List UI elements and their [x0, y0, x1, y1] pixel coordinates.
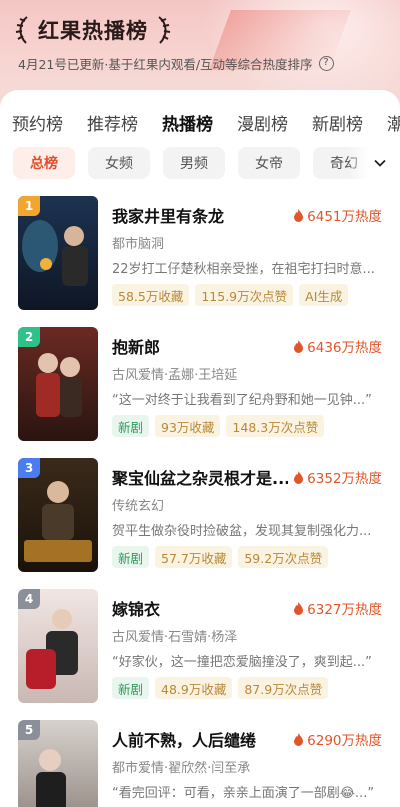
new-drama-tag: 新剧 [112, 415, 150, 437]
list-item[interactable]: 2 抱新郎 6436万热度 古风爱情·孟娜·王培延 “这一对终于让我看到了纪舟野… [0, 327, 400, 447]
drama-description: “看完回评：可看，亲亲上面演了一部剧😂...” [112, 786, 375, 801]
tag-row: 新剧 48.9万收藏 87.9万次点赞 [112, 677, 329, 699]
tab-recommend[interactable]: 推荐榜 [75, 110, 150, 135]
drama-description: 22岁打工仔楚秋相亲受挫，在祖宅打扫时意... [112, 262, 375, 277]
chip-male[interactable]: 男频 [163, 147, 225, 179]
tab-more[interactable]: 潮 [375, 110, 400, 135]
update-subtitle: 4月21号已更新·基于红果内观看/互动等综合热度排序 ? [18, 54, 334, 73]
like-count-tag: 148.3万次点赞 [226, 415, 325, 437]
laurel-left-icon [15, 16, 28, 44]
heat-text: 6451万热度 [307, 209, 382, 225]
drama-genre: 传统玄幻 [112, 499, 165, 514]
like-count-tag: 59.2万次点赞 [238, 546, 329, 568]
new-drama-tag: 新剧 [112, 546, 150, 568]
rank-badge: 2 [18, 327, 40, 347]
chip-female[interactable]: 女频 [88, 147, 150, 179]
heat-score: 6451万热度 [293, 205, 382, 225]
drama-cover[interactable]: 4 [18, 589, 98, 703]
drama-genre: 古风爱情·石雪婧·杨泽 [112, 630, 238, 645]
drama-description: 贺平生做杂役时捡破盆，发现其复制强化力... [112, 524, 372, 539]
tab-new[interactable]: 新剧榜 [300, 110, 375, 135]
drama-title: 聚宝仙盆之杂灵根才是... [112, 469, 288, 488]
drama-cover[interactable]: 3 [18, 458, 98, 572]
title-row: 红果热播榜 [14, 12, 172, 48]
chip-empress[interactable]: 女帝 [238, 147, 300, 179]
collect-count-tag: 57.7万收藏 [155, 546, 233, 568]
ai-generated-tag: AI生成 [299, 284, 349, 306]
ranking-tabs: 预约榜 推荐榜 热播榜 漫剧榜 新剧榜 潮 [0, 106, 400, 138]
rank-badge: 1 [18, 196, 40, 216]
heat-score: 6290万热度 [293, 729, 382, 749]
tag-row: 58.5万收藏 115.9万次点赞 AI生成 [112, 284, 349, 306]
rank-badge: 5 [18, 720, 40, 740]
tag-row: 新剧 93万收藏 148.3万次点赞 [112, 415, 325, 437]
laurel-right-icon [158, 16, 171, 44]
question-circle-icon[interactable]: ? [318, 56, 334, 71]
category-chips: 总榜 女频 男频 女帝 奇幻 [0, 146, 400, 180]
collect-count-tag: 48.9万收藏 [155, 677, 233, 699]
drama-description: “好家伙，这一撞把恋爱脑撞没了，爽到起...” [112, 655, 372, 670]
collect-count-tag: 58.5万收藏 [112, 284, 190, 306]
page-title: 红果热播榜 [38, 19, 148, 43]
heat-score: 6436万热度 [293, 336, 382, 356]
drama-cover[interactable]: 1 [18, 196, 98, 310]
drama-cover[interactable]: 2 [18, 327, 98, 441]
list-item[interactable]: 4 嫁锦衣 6327万热度 古风爱情·石雪婧·杨泽 “好家伙，这一撞把恋爱脑撞没… [0, 589, 400, 709]
drama-genre: 古风爱情·孟娜·王培延 [112, 368, 238, 383]
flame-icon [294, 732, 304, 746]
drama-title: 嫁锦衣 [112, 600, 161, 619]
new-drama-tag: 新剧 [112, 677, 150, 699]
rank-badge: 3 [18, 458, 40, 478]
flame-icon [294, 470, 304, 484]
drama-title: 我家井里有条龙 [112, 207, 225, 226]
drama-genre: 都市爱情·翟欣然·闫至承 [112, 761, 251, 776]
heat-text: 6290万热度 [307, 733, 382, 749]
drama-title: 人前不熟，人后缱绻 [112, 731, 257, 750]
tab-reservation[interactable]: 预约榜 [0, 110, 75, 135]
collect-count-tag: 93万收藏 [155, 415, 221, 437]
drama-genre: 都市脑洞 [112, 237, 165, 252]
heat-text: 6327万热度 [307, 602, 382, 618]
flame-icon [294, 208, 304, 222]
heat-score: 6352万热度 [293, 467, 382, 487]
list-item[interactable]: 1 我家井里有条龙 6451万热度 都市脑洞 22岁打工仔楚秋相亲受挫，在祖宅打… [0, 196, 400, 316]
heat-text: 6436万热度 [307, 340, 382, 356]
like-count-tag: 87.9万次点赞 [238, 677, 329, 699]
chip-all[interactable]: 总榜 [13, 147, 75, 179]
list-item[interactable]: 5 人前不熟，人后缱绻 6290万热度 都市爱情·翟欣然·闫至承 “看完回评：可… [0, 720, 400, 807]
flame-icon [294, 339, 304, 353]
rank-badge: 4 [18, 589, 40, 609]
heat-text: 6352万热度 [307, 471, 382, 487]
drama-description: “这一对终于让我看到了纪舟野和她一见钟...” [112, 393, 372, 408]
heat-score: 6327万热度 [293, 598, 382, 618]
tag-row: 新剧 57.7万收藏 59.2万次点赞 [112, 546, 329, 568]
subtitle-text: 4月21号已更新·基于红果内观看/互动等综合热度排序 [18, 57, 313, 72]
like-count-tag: 115.9万次点赞 [195, 284, 294, 306]
flame-icon [294, 601, 304, 615]
list-item[interactable]: 3 聚宝仙盆之杂灵根才是... 6352万热度 传统玄幻 贺平生做杂役时捡破盆，… [0, 458, 400, 578]
expand-chips-button[interactable] [348, 146, 400, 180]
drama-cover[interactable]: 5 [18, 720, 98, 807]
tab-hot[interactable]: 热播榜 [150, 110, 225, 135]
drama-title: 抱新郎 [112, 338, 161, 357]
chevron-down-icon [374, 159, 386, 167]
tab-comic[interactable]: 漫剧榜 [225, 110, 300, 135]
